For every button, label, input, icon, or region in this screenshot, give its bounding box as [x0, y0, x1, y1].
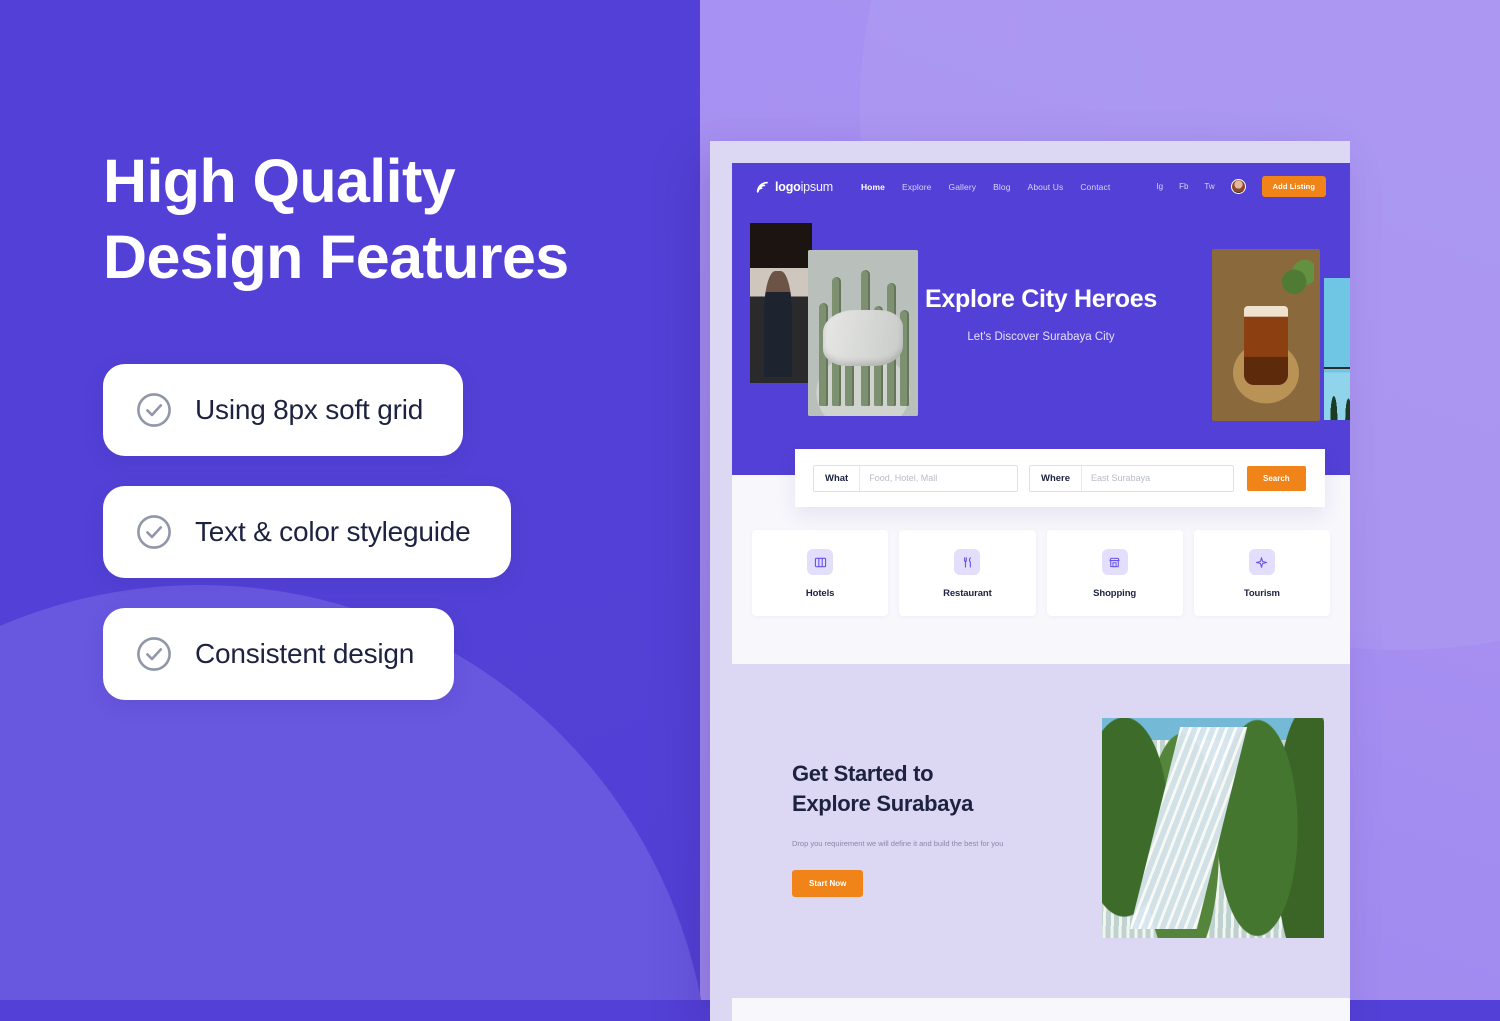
logo-text-light: ipsum — [800, 179, 834, 194]
feature-item-styleguide[interactable]: Text & color styleguide — [103, 486, 511, 578]
headline-line-2: Design Features — [103, 223, 569, 291]
page-title: High Quality Design Features — [103, 143, 663, 295]
get-started-title-line-1: Get Started to — [792, 761, 934, 786]
check-circle-icon — [137, 393, 171, 427]
feature-item-grid[interactable]: Using 8px soft grid — [103, 364, 464, 456]
site-logo[interactable]: logoipsum — [756, 180, 833, 194]
social-link-facebook[interactable]: Fb — [1179, 182, 1188, 191]
hero-section: logoipsum Home Explore Gallery Blog Abou… — [732, 163, 1350, 475]
start-now-button[interactable]: Start Now — [792, 870, 864, 897]
nav-item-explore[interactable]: Explore — [902, 182, 932, 192]
feature-item-consistency[interactable]: Consistent design — [103, 608, 455, 700]
signal-icon — [756, 181, 768, 193]
get-started-title: Get Started to Explore Surabaya — [792, 759, 1052, 819]
check-circle-icon — [137, 637, 171, 671]
category-card-shopping[interactable]: Shopping — [1046, 530, 1183, 616]
get-started-title-line-2: Explore Surabaya — [792, 791, 974, 816]
search-button[interactable]: Search — [1247, 465, 1306, 491]
website-mockup-frame: logoipsum Home Explore Gallery Blog Abou… — [710, 141, 1350, 1021]
feature-label: Consistent design — [195, 638, 415, 669]
logo-text: logoipsum — [775, 180, 833, 194]
green-building-photo — [1102, 718, 1324, 938]
category-card-tourism[interactable]: Tourism — [1193, 530, 1330, 616]
hero-subtitle: Let's Discover Surabaya City — [967, 331, 1115, 343]
search-where-field[interactable]: Where — [1029, 464, 1234, 492]
nav-item-contact[interactable]: Contact — [1080, 182, 1110, 192]
feature-label: Text & color styleguide — [195, 516, 471, 547]
fork-knife-icon — [954, 549, 981, 575]
get-started-description: Drop you requirement we will define it a… — [792, 839, 1004, 848]
search-bar: What Where Search — [795, 449, 1325, 507]
check-circle-icon — [137, 515, 171, 549]
category-card-restaurant[interactable]: Restaurant — [899, 530, 1036, 616]
site-navbar: logoipsum Home Explore Gallery Blog Abou… — [732, 163, 1350, 210]
map-book-icon — [807, 549, 834, 575]
logo-text-bold: logo — [775, 179, 801, 194]
footer-strip — [732, 998, 1350, 1021]
search-what-input[interactable] — [860, 473, 1017, 483]
left-content-panel: High Quality Design Features Using 8px s… — [0, 0, 700, 1000]
search-what-field[interactable]: What — [813, 464, 1018, 492]
navbar-right-group: Ig Fb Tw Add Listing — [1156, 176, 1326, 197]
primary-navigation: Home Explore Gallery Blog About Us Conta… — [861, 182, 1110, 192]
feature-list: Using 8px soft grid Text & color stylegu… — [103, 364, 511, 730]
add-listing-button[interactable]: Add Listing — [1261, 176, 1326, 197]
search-what-label: What — [825, 472, 849, 484]
get-started-text: Get Started to Explore Surabaya Drop you… — [752, 759, 1052, 897]
nav-item-about-us[interactable]: About Us — [1028, 182, 1064, 192]
website-preview: logoipsum Home Explore Gallery Blog Abou… — [732, 163, 1350, 1021]
nav-item-blog[interactable]: Blog — [993, 182, 1010, 192]
headline-line-1: High Quality — [103, 147, 456, 215]
category-label: Hotels — [805, 588, 835, 599]
store-icon — [1101, 549, 1128, 575]
category-label: Restaurant — [943, 588, 992, 599]
category-label: Tourism — [1243, 588, 1280, 599]
feature-label: Using 8px soft grid — [195, 394, 424, 425]
get-started-section: Get Started to Explore Surabaya Drop you… — [732, 664, 1350, 998]
nav-item-home[interactable]: Home — [861, 182, 885, 192]
nav-item-gallery[interactable]: Gallery — [949, 182, 977, 192]
airplane-icon — [1248, 549, 1275, 575]
hero-title: Explore City Heroes — [925, 285, 1157, 313]
social-link-instagram[interactable]: Ig — [1156, 182, 1163, 191]
search-where-input[interactable] — [1082, 473, 1233, 483]
search-where-label: Where — [1041, 472, 1071, 484]
hero-copy: Explore City Heroes Let's Discover Surab… — [732, 285, 1350, 343]
category-card-hotels[interactable]: Hotels — [752, 530, 889, 616]
avatar[interactable] — [1230, 179, 1246, 194]
category-label: Shopping — [1093, 588, 1137, 599]
social-link-twitter[interactable]: Tw — [1204, 182, 1214, 191]
